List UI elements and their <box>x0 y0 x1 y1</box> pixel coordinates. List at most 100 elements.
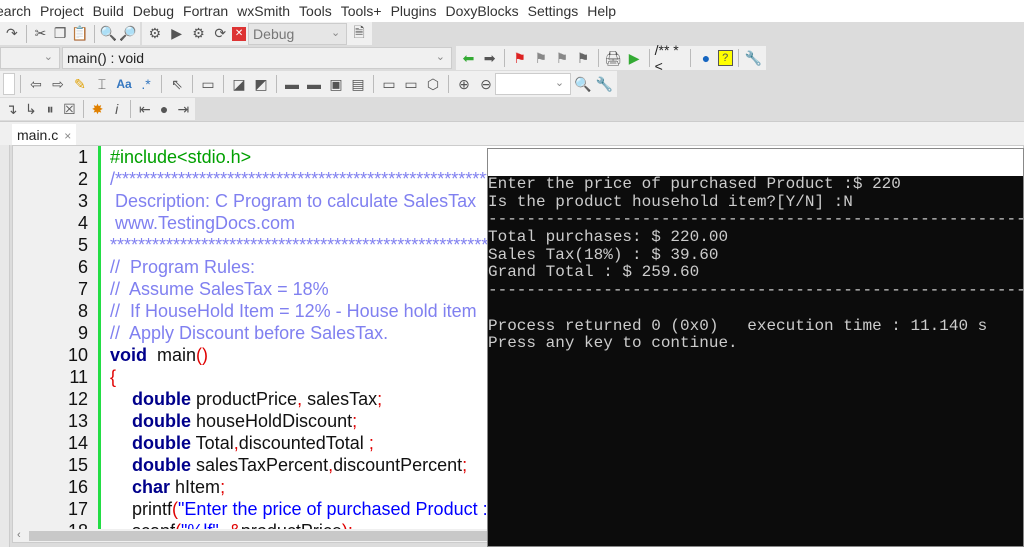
build-run-icon[interactable]: ⚙ <box>189 24 209 44</box>
back-arrow-icon[interactable]: ⬅ <box>459 48 478 68</box>
tab-main-c[interactable]: main.c × <box>12 124 76 146</box>
menu-project[interactable]: Project <box>36 0 89 22</box>
match-case-icon[interactable]: Aa <box>114 74 134 94</box>
code-token: salesTaxPercent <box>191 455 329 475</box>
code-line[interactable]: double Total,discountedTotal ; <box>132 433 374 454</box>
cut-icon[interactable]: ✂ <box>32 24 50 44</box>
step-forward-icon[interactable]: ⇥ <box>175 99 192 119</box>
build-gear-icon[interactable]: ⚙ <box>145 24 165 44</box>
code-token: // Program Rules: <box>110 257 256 277</box>
tab-label: main.c <box>17 127 59 143</box>
menu-wxsmith[interactable]: wxSmith <box>233 0 295 22</box>
pointer-icon[interactable]: ⇖ <box>167 74 187 94</box>
menu-build[interactable]: Build <box>89 0 129 22</box>
console-title-bar[interactable] <box>488 149 1023 176</box>
menu-plugins[interactable]: Plugins <box>387 0 442 22</box>
step-back-icon[interactable]: ⇤ <box>136 99 153 119</box>
function-select[interactable]: main() : void ⌄ <box>62 47 452 69</box>
menu-tools[interactable]: Tools <box>295 0 337 22</box>
break-icon[interactable]: ▭ <box>379 74 399 94</box>
side-panel-edge <box>0 145 10 547</box>
code-token: "Enter the price of purchased Product :$… <box>178 499 509 519</box>
find-icon[interactable]: 🔍 <box>100 24 118 44</box>
code-line[interactable]: printf("Enter the price of purchased Pro… <box>132 499 509 520</box>
loop2-icon[interactable]: ▬ <box>304 74 324 94</box>
doxywizard-icon[interactable]: 🖨 <box>603 48 622 68</box>
code-line[interactable]: Description: C Program to calculate Sale… <box>110 191 476 212</box>
forward-arrow-icon[interactable]: ➡ <box>480 48 499 68</box>
code-line[interactable]: // Apply Discount before SalesTax. <box>110 323 388 344</box>
bookmark-flag-icon[interactable]: ⚑ <box>510 48 529 68</box>
menu-tools[interactable]: Tools+ <box>337 0 387 22</box>
record-icon[interactable]: ● <box>155 99 172 119</box>
code-token: Total <box>191 433 234 453</box>
back-icon[interactable]: ⇦ <box>26 74 46 94</box>
prev-bookmark-icon[interactable]: ⚑ <box>531 48 550 68</box>
settings-wrench-icon[interactable]: 🔧 <box>744 48 763 68</box>
copy-icon[interactable]: ❐ <box>51 24 69 44</box>
code-line[interactable]: www.TestingDocs.com <box>110 213 295 234</box>
redo-icon[interactable]: ↷ <box>3 24 21 44</box>
scroll-left-icon[interactable]: ‹ <box>17 529 21 541</box>
menu-fortran[interactable]: Fortran <box>179 0 233 22</box>
menu-doxyblocks[interactable]: DoxyBlocks <box>442 0 524 22</box>
build-target-select[interactable]: Debug ⌄ <box>248 22 348 45</box>
replace-icon[interactable]: 🔎 <box>119 24 137 44</box>
forward-icon[interactable]: ⇨ <box>48 74 68 94</box>
code-line[interactable]: double productPrice, salesTax; <box>132 389 382 410</box>
menu-settings[interactable]: Settings <box>524 0 584 22</box>
search-input[interactable]: ⌄ <box>495 73 572 95</box>
step-into-icon[interactable]: ↴ <box>3 99 20 119</box>
code-line[interactable]: double houseHoldDiscount; <box>132 411 357 432</box>
menu-help[interactable]: Help <box>583 0 621 22</box>
code-line[interactable]: #include<stdio.h> <box>110 147 251 168</box>
code-line[interactable]: void main() <box>110 345 208 366</box>
run-icon[interactable]: ▶ <box>167 24 187 44</box>
code-line[interactable]: // If HouseHold Item = 12% - House hold … <box>110 301 477 322</box>
code-line[interactable]: /***************************************… <box>110 169 549 190</box>
doxy-comment-button[interactable]: /** *< <box>655 42 686 74</box>
code-token: discountedTotal <box>238 433 369 453</box>
search-icon[interactable]: 🔍 <box>573 74 592 94</box>
return-icon[interactable]: ⬡ <box>423 74 443 94</box>
close-tab-icon[interactable]: × <box>64 129 71 143</box>
block2-icon[interactable]: ▤ <box>348 74 368 94</box>
loop-icon[interactable]: ▬ <box>282 74 302 94</box>
step-out-icon[interactable]: ↳ <box>22 99 39 119</box>
zoom-in-icon[interactable]: ⊕ <box>454 74 474 94</box>
code-line[interactable]: ****************************************… <box>110 235 551 256</box>
debug-windows-icon[interactable]: ✸ <box>89 99 106 119</box>
regex-icon[interactable]: .* <box>136 74 156 94</box>
block-icon[interactable]: ▭ <box>198 74 218 94</box>
scrollbar-thumb[interactable] <box>29 531 489 541</box>
help-icon[interactable]: ? <box>717 50 733 66</box>
code-line[interactable]: // Assume SalesTax = 18% <box>110 279 329 300</box>
clear-bookmarks-icon[interactable]: ⚑ <box>573 48 592 68</box>
next-bookmark-icon[interactable]: ⚑ <box>552 48 571 68</box>
code-line[interactable]: char hItem; <box>132 477 225 498</box>
continue-icon[interactable]: ▭ <box>401 74 421 94</box>
rebuild-icon[interactable]: ⟳ <box>210 24 230 44</box>
info-icon[interactable]: i <box>108 99 125 119</box>
abort-icon[interactable]: ✕ <box>232 26 247 41</box>
highlight-pen-icon[interactable]: ✎ <box>70 74 90 94</box>
pause-icon[interactable]: ⏸ <box>42 99 59 119</box>
menu-debug[interactable]: Debug <box>129 0 179 22</box>
web-icon[interactable]: ● <box>696 48 715 68</box>
switch-block-icon[interactable]: ◩ <box>251 74 271 94</box>
stop-debug-icon[interactable]: ☒ <box>61 99 78 119</box>
if-block-icon[interactable]: ◪ <box>229 74 249 94</box>
code-line[interactable]: double salesTaxPercent,discountPercent; <box>132 455 467 476</box>
target-options-icon[interactable]: 🗎 <box>349 24 369 44</box>
menu-earch[interactable]: earch <box>0 0 36 22</box>
search-settings-icon[interactable]: 🔧 <box>595 74 614 94</box>
selection-icon[interactable]: ⌶ <box>92 74 112 94</box>
paste-icon[interactable]: 📋 <box>71 24 89 44</box>
scope-select[interactable]: ⌄ <box>0 47 60 69</box>
repeat-icon[interactable]: ▣ <box>326 74 346 94</box>
console-window[interactable]: Enter the price of purchased Product :$ … <box>487 148 1024 547</box>
code-line[interactable]: { <box>110 367 116 388</box>
doxy-extract-icon[interactable]: ▶ <box>625 48 644 68</box>
code-line[interactable]: // Program Rules: <box>110 257 255 278</box>
highlight-select[interactable] <box>3 73 15 95</box>
